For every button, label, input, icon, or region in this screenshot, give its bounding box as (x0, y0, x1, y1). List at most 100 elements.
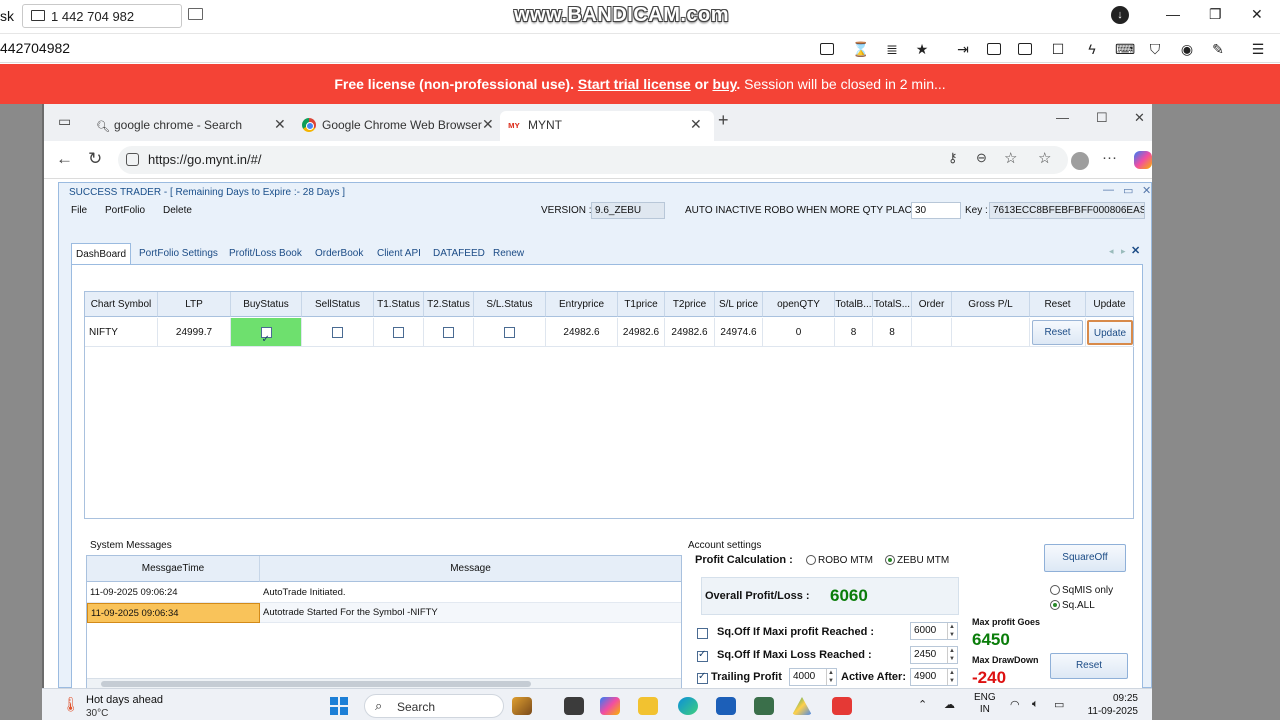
trailing-checkbox[interactable] (697, 671, 708, 684)
col-header[interactable]: Gross P/L (952, 292, 1030, 317)
tab-orderbook[interactable]: OrderBook (311, 243, 367, 265)
radio-sq-all[interactable]: Sq.ALL (1050, 600, 1095, 611)
cloud-icon[interactable]: ☁ (944, 698, 955, 711)
col-header[interactable]: S/L price (715, 292, 763, 317)
col-header[interactable]: Entryprice (546, 292, 618, 317)
radio-zebu-mtm-button[interactable] (885, 555, 895, 566)
cell-gross-pl[interactable] (952, 318, 1030, 347)
col-header[interactable]: Update (1086, 292, 1134, 317)
anydesk-icon[interactable] (832, 697, 852, 715)
t1-status-checkbox[interactable] (393, 326, 404, 338)
close-icon[interactable]: ✕ (1251, 6, 1263, 23)
radio-sqmis-only[interactable]: SqMIS only (1050, 585, 1113, 596)
browser-tab-active[interactable]: ᴍʏ MYNT ✕ (500, 111, 714, 141)
auto-inactive-field[interactable]: 30 (911, 202, 961, 219)
copilot-icon[interactable] (1134, 151, 1152, 169)
col-header[interactable]: Message (260, 556, 681, 582)
cell-order[interactable] (912, 318, 952, 347)
cell-sl-price[interactable]: 24974.6 (715, 318, 763, 347)
col-header[interactable]: TotalB... (835, 292, 873, 317)
file-explorer-icon[interactable] (638, 697, 658, 715)
favorites-icon[interactable]: ☆ (1038, 149, 1051, 167)
message-text[interactable]: Autotrade Started For the Symbol -NIFTY (260, 603, 681, 623)
maximize-icon[interactable]: ❐ (1209, 6, 1222, 23)
thermometer-icon[interactable]: 🌡︎ (62, 696, 80, 713)
close-icon[interactable]: ✕ (1134, 110, 1145, 126)
reload-icon[interactable]: ↻ (88, 149, 102, 169)
radio-sqall-button[interactable] (1050, 600, 1060, 611)
close-icon[interactable]: ✕ (1142, 184, 1151, 197)
favorite-star-icon[interactable]: ☆ (1004, 149, 1017, 167)
squareoff-button[interactable]: SquareOff (1044, 544, 1126, 572)
tab-scroll-right-icon[interactable]: ▸ (1121, 246, 1126, 257)
sqoff-loss-input[interactable]: 2450 ▲ ▼ (910, 646, 958, 664)
col-header[interactable]: openQTY (763, 292, 835, 317)
hourglass-icon[interactable]: ⌛ (852, 41, 869, 57)
battery-icon[interactable]: ▭ (1054, 698, 1064, 711)
weather-temp[interactable]: 30°C (86, 708, 108, 719)
col-header[interactable]: Order (912, 292, 952, 317)
cell-symbol[interactable]: NIFTY (85, 318, 158, 347)
maximize-icon[interactable]: ☐ (1096, 110, 1108, 126)
store-icon[interactable] (716, 697, 736, 715)
taskbar-search[interactable]: ⌕ Search (364, 694, 504, 718)
tab-profit-loss-book[interactable]: Profit/Loss Book (225, 243, 306, 265)
message-time[interactable]: 11-09-2025 09:06:24 (87, 583, 260, 603)
minimize-icon[interactable]: — (1166, 6, 1180, 22)
chat-icon[interactable]: ☐ (1050, 41, 1066, 57)
message-text[interactable]: AutoTrade Initiated. (260, 583, 681, 603)
cell-entry-price[interactable]: 24982.6 (546, 318, 618, 347)
tray-chevron-icon[interactable]: ⌃ (918, 698, 927, 711)
tab-datafeed[interactable]: DATAFEED (429, 243, 489, 265)
t2-status-checkbox[interactable] (443, 326, 454, 338)
tab-portfolio-settings[interactable]: PortFolio Settings (135, 243, 222, 265)
profile-avatar[interactable] (1071, 152, 1089, 170)
sl-status-checkbox[interactable] (504, 326, 515, 338)
cell-t1-status[interactable] (374, 318, 424, 347)
menu-delete[interactable]: Delete (163, 205, 192, 216)
database-icon[interactable]: ≣ (884, 41, 900, 57)
start-trial-link[interactable]: Start trial license (578, 76, 691, 92)
back-icon[interactable]: ← (56, 149, 73, 169)
drive-icon[interactable] (792, 697, 812, 715)
hamburger-menu-icon[interactable]: ☰ (1250, 41, 1266, 57)
close-tab-icon[interactable]: ✕ (1131, 244, 1140, 257)
minimize-icon[interactable]: — (1056, 110, 1069, 125)
tab-dashboard[interactable]: DashBoard (71, 243, 132, 265)
trailing-profit-input[interactable]: 4000 ▲ ▼ (789, 668, 837, 686)
cell-buy-status[interactable] (231, 318, 302, 347)
volume-icon[interactable]: 🔈︎ (1032, 698, 1039, 711)
widget-app-icon[interactable] (512, 697, 532, 715)
cell-total-buy[interactable]: 8 (835, 318, 873, 347)
scrollbar-thumb[interactable] (101, 681, 531, 687)
col-header[interactable]: T1price (618, 292, 665, 317)
tab-client-api[interactable]: Client API (373, 243, 425, 265)
menu-portfolio[interactable]: PortFolio (105, 205, 145, 216)
more-menu-icon[interactable]: ··· (1102, 149, 1117, 166)
windows-start-icon[interactable] (330, 697, 348, 715)
col-header[interactable]: S/L.Status (474, 292, 546, 317)
cell-total-sell[interactable]: 8 (873, 318, 912, 347)
cell-ltp[interactable]: 24999.7 (158, 318, 231, 347)
col-header[interactable]: TotalS... (873, 292, 912, 317)
lightning-icon[interactable]: ϟ (1084, 41, 1100, 57)
col-header[interactable]: T2price (665, 292, 715, 317)
radio-robo-mtm[interactable]: ROBO MTM (806, 555, 873, 566)
sqoff-profit-input[interactable]: 6000 ▲ ▼ (910, 622, 958, 640)
buy-status-checkbox[interactable] (260, 325, 272, 346)
browser-tab[interactable]: Google Chrome Web Browser ✕ (294, 111, 498, 141)
col-header[interactable]: Chart Symbol (85, 292, 158, 317)
close-tab-icon[interactable]: ✕ (482, 116, 494, 133)
pen-icon[interactable]: ✎ (1210, 41, 1226, 57)
cell-sell-status[interactable] (302, 318, 374, 347)
close-tab-icon[interactable]: ✕ (690, 116, 702, 133)
col-header[interactable]: LTP (158, 292, 231, 317)
sqoff-profit-checkbox[interactable] (697, 628, 708, 639)
radio-sqmis-button[interactable] (1050, 585, 1060, 596)
app-icon[interactable] (754, 697, 774, 715)
col-header[interactable]: BuyStatus (231, 292, 302, 317)
col-header[interactable]: T1.Status (374, 292, 424, 317)
keyboard-icon[interactable]: ⌨ (1115, 41, 1135, 57)
cell-t2-price[interactable]: 24982.6 (665, 318, 715, 347)
tab-scroll-left-icon[interactable]: ◂ (1109, 246, 1114, 257)
